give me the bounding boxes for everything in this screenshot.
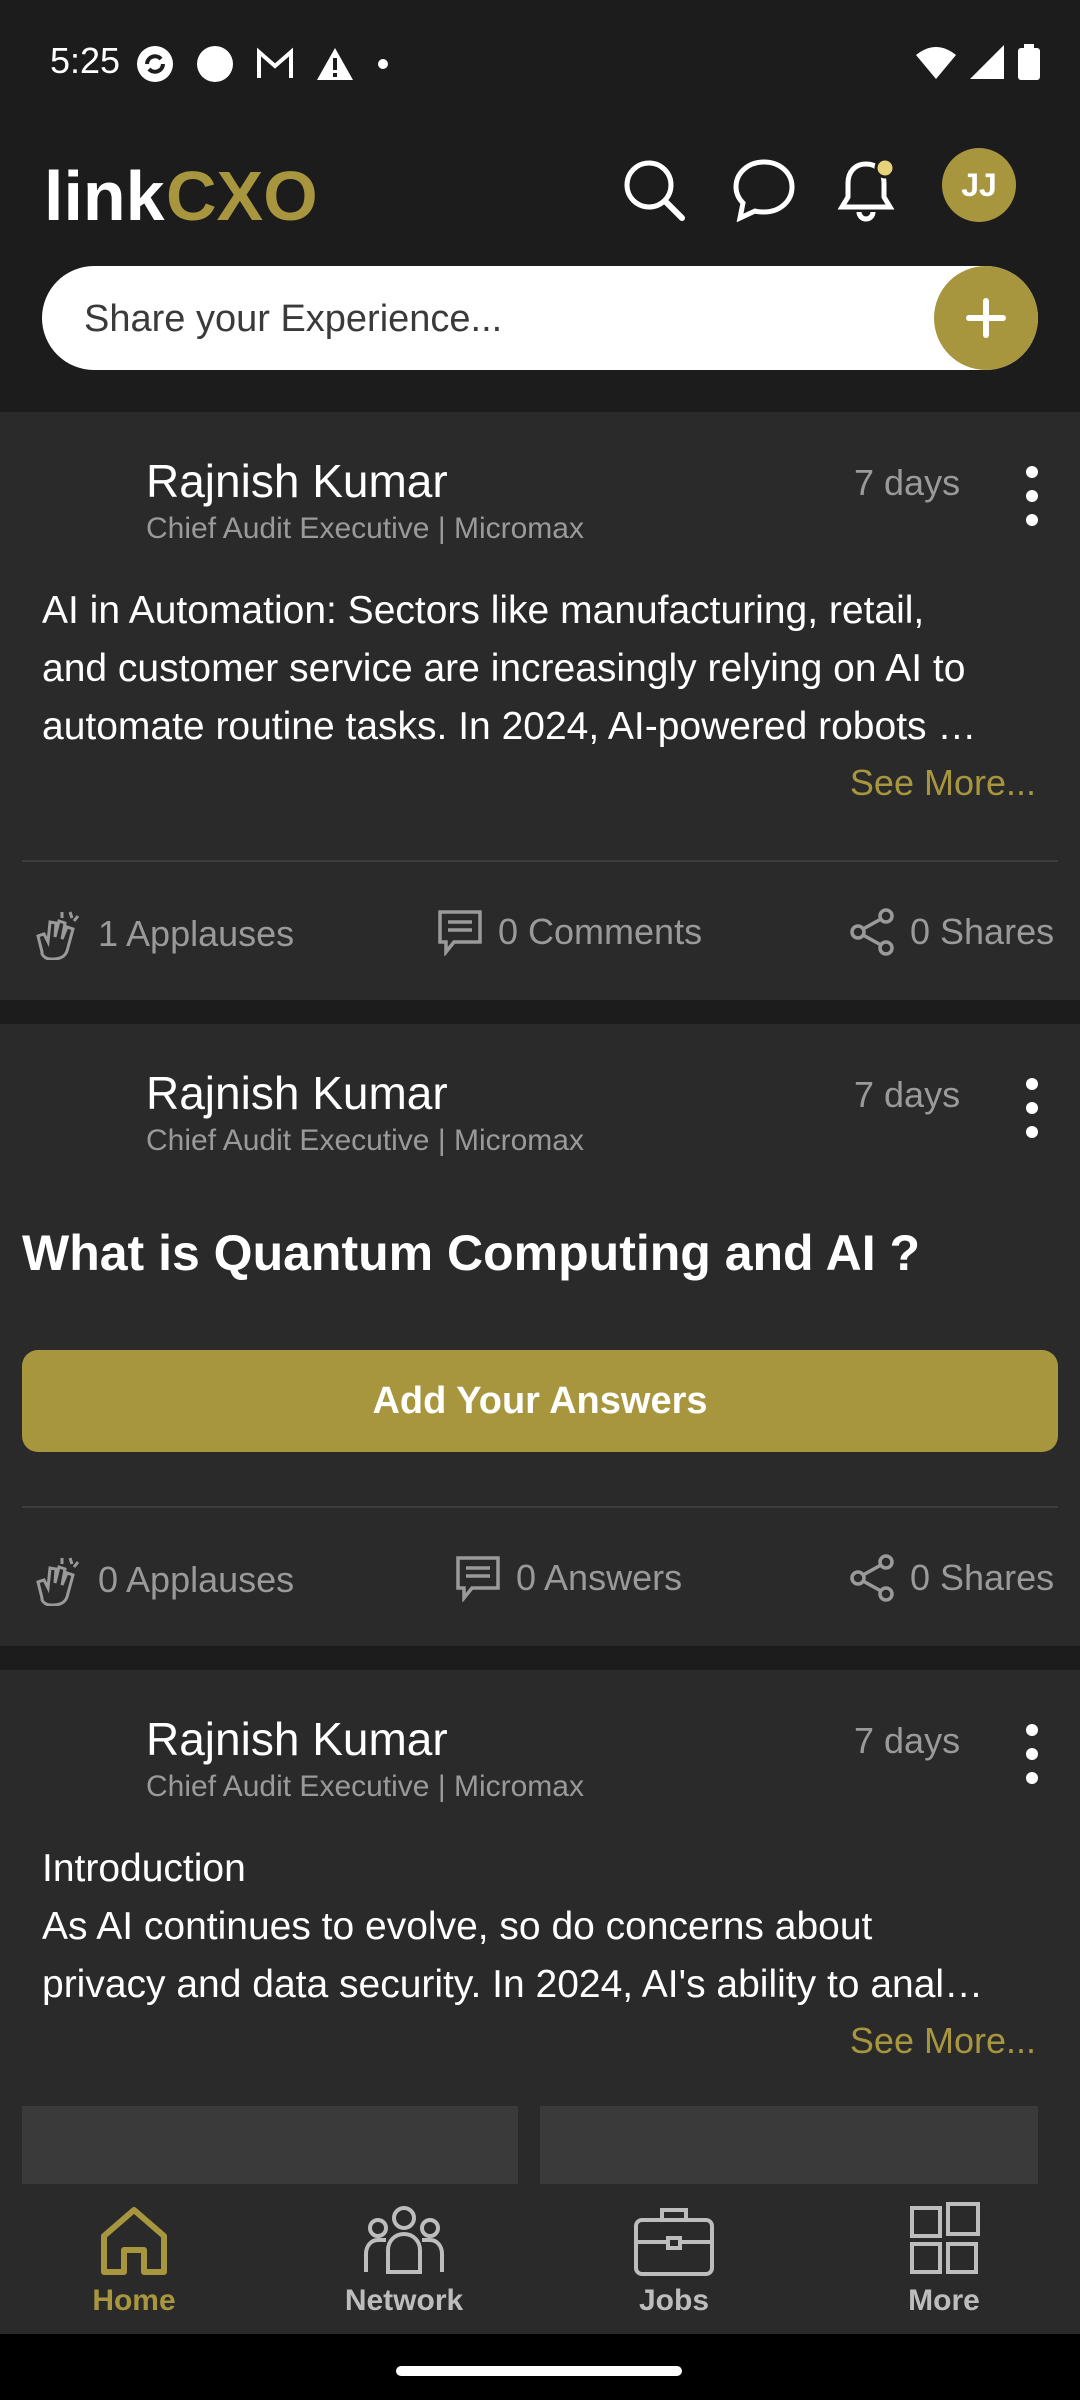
sync-icon bbox=[137, 46, 173, 82]
home-gesture-bar[interactable] bbox=[396, 2366, 682, 2376]
nav-label: More bbox=[908, 2284, 980, 2317]
linkcxo-logo[interactable]: link CXO bbox=[44, 148, 344, 238]
signal-icon bbox=[970, 45, 1004, 79]
bell-icon bbox=[837, 158, 896, 222]
dot-icon bbox=[378, 59, 388, 69]
kebab-dot-icon bbox=[1026, 1102, 1038, 1114]
share-placeholder: Share your Experience... bbox=[84, 298, 503, 340]
applause-count: 0 Applauses bbox=[98, 1559, 295, 1600]
share-experience-input[interactable]: Share your Experience... bbox=[42, 266, 1038, 370]
nav-label: Home bbox=[92, 2284, 176, 2317]
applause-button[interactable]: 0 Applauses bbox=[32, 1554, 294, 1606]
kebab-dot-icon bbox=[1026, 1078, 1038, 1090]
kebab-dot-icon bbox=[1026, 514, 1038, 526]
chat-button[interactable] bbox=[724, 150, 804, 230]
question-card: Rajnish Kumar Chief Audit Executive | Mi… bbox=[0, 1024, 1080, 1646]
post-line: AI in Automation: Sectors like manufactu… bbox=[42, 589, 925, 632]
post-line: and customer service are increasingly re… bbox=[42, 647, 966, 690]
see-more-link[interactable]: See More... bbox=[850, 762, 1036, 804]
battery-icon bbox=[1018, 44, 1040, 80]
applause-button[interactable]: 1 Applauses bbox=[32, 908, 294, 960]
nav-jobs[interactable]: Jobs bbox=[574, 2202, 774, 2332]
profile-avatar[interactable]: JJ bbox=[942, 148, 1016, 222]
bottom-navigation: Home Network Jobs More bbox=[0, 2184, 1080, 2334]
nav-more[interactable]: More bbox=[844, 2202, 1044, 2332]
svg-text:CXO: CXO bbox=[166, 157, 318, 235]
gmail-icon bbox=[257, 47, 293, 78]
post-line: automate routine tasks. In 2024, AI-powe… bbox=[42, 705, 977, 748]
nav-label: Network bbox=[344, 2284, 464, 2317]
author-title: Chief Audit Executive | Micromax bbox=[146, 1770, 584, 1803]
shares-count: 0 Shares bbox=[910, 1557, 1055, 1598]
see-more-link[interactable]: See More... bbox=[850, 2020, 1036, 2062]
status-bar: 5:25 bbox=[0, 0, 1080, 130]
post-time: 7 days bbox=[854, 1720, 961, 1761]
author-name[interactable]: Rajnish Kumar bbox=[146, 1066, 448, 1120]
post-card: Rajnish Kumar Chief Audit Executive | Mi… bbox=[0, 412, 1080, 1000]
post-line: Introduction bbox=[42, 1847, 246, 1890]
post-time: 7 days bbox=[854, 462, 961, 503]
search-icon bbox=[624, 160, 685, 221]
status-time: 5:25 bbox=[50, 40, 121, 81]
grid-icon bbox=[910, 2202, 980, 2274]
clap-icon bbox=[36, 911, 80, 960]
post-line: As AI continues to evolve, so do concern… bbox=[42, 1905, 873, 1948]
nav-network[interactable]: Network bbox=[304, 2202, 504, 2332]
notification-icons bbox=[135, 44, 391, 84]
search-button[interactable] bbox=[614, 150, 694, 230]
author-name[interactable]: Rajnish Kumar bbox=[146, 454, 448, 508]
comment-icon bbox=[456, 1556, 500, 1602]
post-card: Rajnish Kumar Chief Audit Executive | Mi… bbox=[0, 1670, 1080, 2186]
author-title: Chief Audit Executive | Micromax bbox=[146, 1124, 584, 1157]
shares-count: 0 Shares bbox=[910, 911, 1055, 952]
kebab-dot-icon bbox=[1026, 1748, 1038, 1760]
share-icon bbox=[850, 908, 894, 956]
divider bbox=[22, 1506, 1058, 1508]
comment-icon bbox=[438, 910, 482, 956]
divider bbox=[22, 860, 1058, 862]
app-header: link CXO JJ Share your Experience... bbox=[0, 130, 1080, 410]
clap-icon bbox=[36, 1557, 80, 1606]
more-options-button[interactable] bbox=[1012, 1724, 1052, 1784]
post-line: privacy and data security. In 2024, AI's… bbox=[42, 1963, 984, 2006]
kebab-dot-icon bbox=[1026, 466, 1038, 478]
author-title: Chief Audit Executive | Micromax bbox=[146, 512, 584, 545]
more-options-button[interactable] bbox=[1012, 466, 1052, 526]
chat-bubble-icon bbox=[733, 159, 795, 222]
answers-count: 0 Answers bbox=[516, 1557, 683, 1598]
svg-text:link: link bbox=[44, 157, 165, 235]
notifications-button[interactable] bbox=[826, 150, 906, 230]
post-image[interactable] bbox=[540, 2106, 1038, 2186]
wifi-icon bbox=[916, 47, 956, 79]
kebab-dot-icon bbox=[1026, 490, 1038, 502]
post-time: 7 days bbox=[854, 1074, 961, 1115]
network-icon bbox=[364, 2206, 444, 2274]
comments-count: 0 Comments bbox=[498, 911, 703, 952]
kebab-dot-icon bbox=[1026, 1126, 1038, 1138]
system-icons bbox=[916, 44, 1040, 80]
post-body[interactable]: AI in Automation: Sectors like manufactu… bbox=[42, 582, 1040, 756]
nav-label: Jobs bbox=[638, 2284, 710, 2317]
comments-button[interactable]: 0 Comments bbox=[436, 908, 702, 956]
kebab-dot-icon bbox=[1026, 1724, 1038, 1736]
plus-icon bbox=[966, 298, 1006, 338]
answers-button[interactable]: 0 Answers bbox=[454, 1554, 682, 1602]
share-icon bbox=[850, 1554, 894, 1602]
add-post-button[interactable] bbox=[934, 266, 1038, 370]
circle-icon bbox=[197, 46, 233, 82]
question-text[interactable]: What is Quantum Computing and AI ? bbox=[22, 1224, 920, 1282]
briefcase-icon bbox=[634, 2208, 714, 2276]
post-image[interactable] bbox=[22, 2106, 518, 2186]
nav-home[interactable]: Home bbox=[34, 2202, 234, 2332]
add-answer-button[interactable]: Add Your Answers bbox=[22, 1350, 1058, 1452]
warning-icon bbox=[317, 48, 353, 80]
more-options-button[interactable] bbox=[1012, 1078, 1052, 1138]
applause-count: 1 Applauses bbox=[98, 913, 295, 954]
share-button[interactable]: 0 Shares bbox=[848, 908, 1054, 956]
share-button[interactable]: 0 Shares bbox=[848, 1554, 1054, 1602]
kebab-dot-icon bbox=[1026, 1772, 1038, 1784]
home-icon bbox=[101, 2207, 167, 2275]
post-body[interactable]: Introduction As AI continues to evolve, … bbox=[42, 1840, 1040, 2014]
author-name[interactable]: Rajnish Kumar bbox=[146, 1712, 448, 1766]
